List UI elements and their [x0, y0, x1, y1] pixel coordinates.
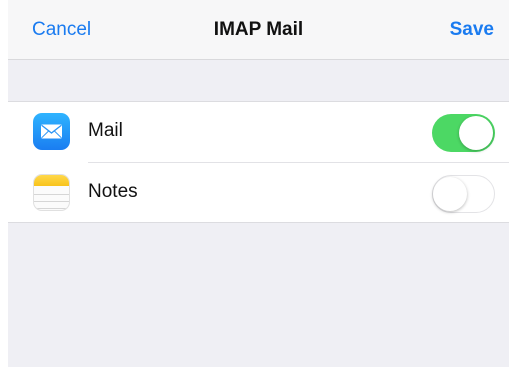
- navigation-bar: Cancel IMAP Mail Save: [8, 0, 509, 60]
- notes-toggle[interactable]: [432, 175, 495, 213]
- list-item-mail: Mail: [8, 102, 509, 163]
- toggle-knob: [433, 177, 467, 211]
- save-button[interactable]: Save: [450, 19, 494, 41]
- mail-icon: [33, 113, 70, 150]
- toggle-knob: [459, 116, 493, 150]
- notes-label: Notes: [88, 181, 138, 202]
- mail-label: Mail: [88, 120, 123, 141]
- empty-grouped-background: [8, 223, 509, 367]
- mail-toggle[interactable]: [432, 114, 495, 152]
- list-item-notes: Notes: [8, 163, 509, 223]
- account-services-list: Mail Notes: [8, 102, 509, 223]
- imap-mail-screen: Cancel IMAP Mail Save Mail Notes: [0, 0, 509, 367]
- envelope-glyph: [41, 124, 62, 139]
- notes-icon: [33, 174, 70, 211]
- page-title: IMAP Mail: [213, 19, 304, 40]
- section-spacer: [8, 60, 509, 102]
